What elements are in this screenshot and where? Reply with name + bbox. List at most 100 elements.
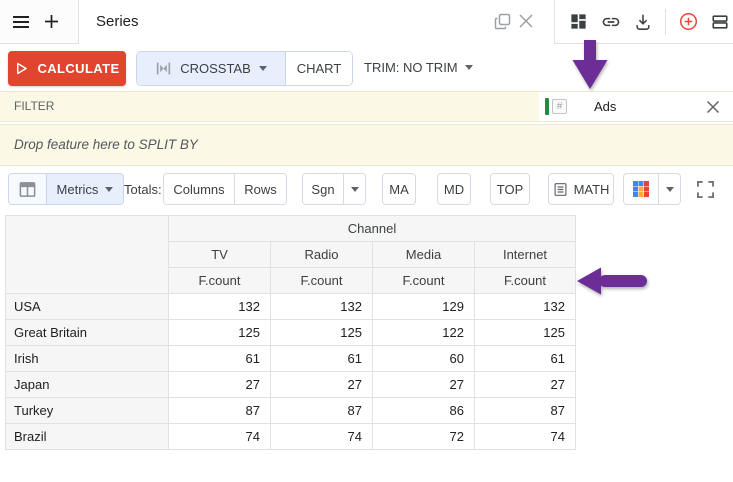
metrics-dropdown[interactable]: Metrics bbox=[47, 174, 123, 204]
app-window: Series bbox=[0, 0, 733, 482]
calculate-label: CALCULATE bbox=[37, 61, 119, 76]
main-toolbar: CALCULATE CROSSTAB CHART TRIM: NO TRIM bbox=[0, 44, 733, 91]
cell-value: 87 bbox=[271, 398, 373, 424]
table-layout-button[interactable] bbox=[9, 174, 47, 204]
chevron-down-icon bbox=[351, 187, 359, 192]
view-toggle-group: CROSSTAB CHART bbox=[136, 51, 353, 86]
table-row: Japan27272727 bbox=[6, 372, 576, 398]
split-by-drop-zone[interactable]: Drop feature here to SPLIT BY bbox=[0, 124, 733, 166]
cell-value: 132 bbox=[475, 294, 576, 320]
cell-value: 125 bbox=[169, 320, 271, 346]
cell-value: 132 bbox=[169, 294, 271, 320]
crosstab-label: CROSSTAB bbox=[180, 61, 251, 76]
top-bar: Series bbox=[0, 0, 733, 44]
table-layout-icon bbox=[18, 180, 37, 199]
cell-value: 72 bbox=[373, 424, 475, 450]
cell-value: 27 bbox=[475, 372, 576, 398]
md-button[interactable]: MD bbox=[437, 173, 471, 205]
palette-button[interactable] bbox=[624, 174, 658, 204]
table-row: USA132132129132 bbox=[6, 294, 576, 320]
window-actions bbox=[554, 0, 733, 44]
cell-value: 86 bbox=[373, 398, 475, 424]
chevron-down-icon bbox=[666, 187, 674, 192]
measure-header: F.count bbox=[271, 268, 373, 294]
cell-value: 74 bbox=[271, 424, 373, 450]
column-header: Media bbox=[373, 242, 475, 268]
cell-value: 61 bbox=[475, 346, 576, 372]
filter-label: FILTER bbox=[14, 92, 54, 121]
link-icon[interactable] bbox=[601, 12, 621, 32]
download-icon[interactable] bbox=[634, 13, 652, 31]
row-label: USA bbox=[6, 294, 169, 320]
table-row: Great Britain125125122125 bbox=[6, 320, 576, 346]
palette-group bbox=[623, 173, 681, 205]
chart-label: CHART bbox=[297, 61, 342, 76]
ma-button[interactable]: MA bbox=[382, 173, 416, 205]
sgn-group: Sgn bbox=[302, 173, 366, 205]
table-group-row: Channel bbox=[6, 216, 576, 242]
rows-icon[interactable] bbox=[711, 13, 729, 31]
fullscreen-icon[interactable] bbox=[697, 181, 714, 198]
table-row: Turkey87878687 bbox=[6, 398, 576, 424]
math-label: MATH bbox=[574, 182, 610, 197]
cell-value: 27 bbox=[169, 372, 271, 398]
palette-dropdown[interactable] bbox=[658, 174, 680, 204]
top-button[interactable]: TOP bbox=[490, 173, 530, 205]
table-row: Brazil74747274 bbox=[6, 424, 576, 450]
totals-rows-button[interactable]: Rows bbox=[234, 174, 286, 204]
new-tab-icon[interactable] bbox=[44, 14, 59, 29]
cell-value: 60 bbox=[373, 346, 475, 372]
trim-dropdown[interactable]: TRIM: NO TRIM bbox=[364, 44, 473, 91]
cell-value: 74 bbox=[169, 424, 271, 450]
corner-cell bbox=[6, 216, 169, 294]
annotation-arrow-left bbox=[576, 265, 652, 297]
copy-icon[interactable] bbox=[494, 13, 512, 31]
dashboard-icon[interactable] bbox=[569, 12, 588, 31]
cell-value: 87 bbox=[475, 398, 576, 424]
filter-chip-ads[interactable]: Ads bbox=[594, 99, 616, 114]
calculate-button[interactable]: CALCULATE bbox=[8, 51, 126, 86]
add-circle-icon[interactable] bbox=[679, 12, 698, 31]
menu-icon[interactable] bbox=[12, 15, 30, 29]
math-button[interactable]: MATH bbox=[548, 173, 614, 205]
chevron-down-icon bbox=[259, 66, 267, 71]
metrics-label: Metrics bbox=[57, 182, 99, 197]
column-header: TV bbox=[169, 242, 271, 268]
cell-value: 125 bbox=[271, 320, 373, 346]
row-label: Turkey bbox=[6, 398, 169, 424]
sgn-button[interactable]: Sgn bbox=[303, 174, 343, 204]
cell-value: 122 bbox=[373, 320, 475, 346]
row-label: Irish bbox=[6, 346, 169, 372]
table-body: USA132132129132Great Britain125125122125… bbox=[6, 294, 576, 450]
cell-value: 27 bbox=[271, 372, 373, 398]
remove-filter-icon[interactable] bbox=[706, 100, 720, 114]
row-label: Great Britain bbox=[6, 320, 169, 346]
cell-value: 87 bbox=[169, 398, 271, 424]
cell-value: 125 bbox=[475, 320, 576, 346]
sgn-dropdown[interactable] bbox=[343, 174, 365, 204]
measure-header: F.count bbox=[475, 268, 576, 294]
chart-toggle[interactable]: CHART bbox=[286, 52, 352, 85]
palette-icon bbox=[632, 180, 650, 198]
close-icon[interactable] bbox=[518, 13, 534, 29]
math-icon bbox=[553, 182, 568, 197]
cell-value: 27 bbox=[373, 372, 475, 398]
totals-label: Totals: bbox=[124, 173, 162, 205]
cell-value: 132 bbox=[271, 294, 373, 320]
cell-value: 61 bbox=[271, 346, 373, 372]
column-header: Radio bbox=[271, 242, 373, 268]
row-label: Brazil bbox=[6, 424, 169, 450]
row-label: Japan bbox=[6, 372, 169, 398]
crosstab-toggle[interactable]: CROSSTAB bbox=[137, 52, 286, 85]
chevron-down-icon bbox=[465, 65, 473, 70]
cell-value: 129 bbox=[373, 294, 475, 320]
cell-value: 74 bbox=[475, 424, 576, 450]
measure-header: F.count bbox=[169, 268, 271, 294]
trim-label: TRIM: NO TRIM bbox=[364, 60, 458, 75]
crosstab-icon bbox=[155, 61, 172, 76]
play-icon bbox=[14, 61, 29, 76]
tab-title[interactable]: Series bbox=[96, 0, 139, 44]
totals-columns-button[interactable]: Columns bbox=[164, 174, 234, 204]
filter-drop-zone[interactable]: # Ads bbox=[539, 92, 733, 121]
metrics-toolbar: Metrics Totals: Columns Rows Sgn MA MD T… bbox=[0, 166, 733, 212]
